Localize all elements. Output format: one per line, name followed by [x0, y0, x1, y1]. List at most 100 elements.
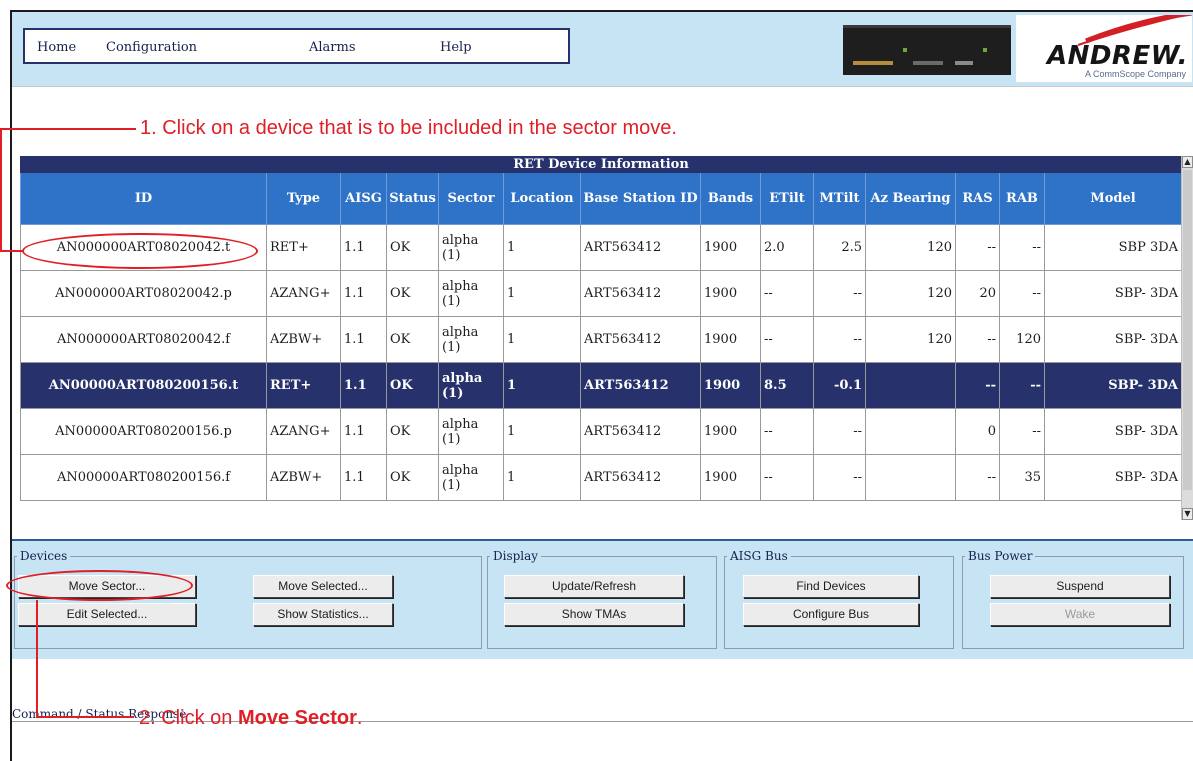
find-devices-button[interactable]: Find Devices — [743, 575, 919, 598]
header-divider — [12, 86, 1193, 87]
table-caption: RET Device Information — [20, 156, 1181, 173]
table-scrollbar[interactable]: ▲ ▼ — [1181, 156, 1193, 520]
update-refresh-button[interactable]: Update/Refresh — [504, 575, 684, 598]
cell-status: OK — [386, 362, 439, 409]
menu-home[interactable]: Home — [37, 40, 76, 55]
cell-sector: alpha (1) — [438, 362, 504, 409]
header-bar: Home Configuration Alarms Help ANDREW. A… — [12, 12, 1193, 86]
cell-location: 1 — [503, 362, 581, 409]
cell-bands: 1900 — [700, 224, 761, 271]
col-header-base-station-id[interactable]: Base Station ID — [580, 172, 701, 225]
table-row[interactable]: AN00000ART080200156.p AZANG+ 1.1 OK alpha (1… — [20, 408, 1181, 455]
cell-location: 1 — [503, 270, 581, 317]
move-selected-button[interactable]: Move Selected... — [253, 575, 393, 598]
show-statistics-button[interactable]: Show Statistics... — [253, 603, 393, 626]
suspend-button[interactable]: Suspend — [990, 575, 1170, 598]
cell-id: AN00000ART080200156.p — [20, 408, 267, 455]
cell-ras: -- — [955, 224, 1000, 271]
aisg-bus-group: AISG Bus Find Devices Configure Bus — [724, 549, 954, 649]
callout-2-line-v — [36, 600, 38, 717]
scroll-thumb[interactable] — [1183, 170, 1192, 490]
cell-sector: alpha (1) — [438, 454, 504, 501]
cell-etilt: -- — [760, 270, 814, 317]
col-header-location[interactable]: Location — [503, 172, 581, 225]
cell-bands: 1900 — [700, 454, 761, 501]
callout-1-line-h — [0, 128, 136, 130]
cell-aisg: 1.1 — [340, 408, 387, 455]
controller-device-image — [843, 25, 1011, 75]
cell-id: AN000000ART08020042.f — [20, 316, 267, 363]
cell-mtilt: -- — [813, 316, 866, 363]
cell-rab: -- — [999, 408, 1045, 455]
cell-location: 1 — [503, 454, 581, 501]
col-header-mtilt[interactable]: MTilt — [813, 172, 866, 225]
cell-sector: alpha (1) — [438, 270, 504, 317]
cell-az-bearing — [865, 408, 956, 455]
cell-bands: 1900 — [700, 408, 761, 455]
cell-sector: alpha (1) — [438, 316, 504, 363]
cell-model: SBP- 3DA — [1043, 408, 1181, 455]
cell-mtilt: -- — [813, 270, 866, 317]
callout-1-line-tail — [0, 250, 24, 252]
cell-aisg: 1.1 — [340, 270, 387, 317]
cell-ras: 20 — [955, 270, 1000, 317]
cell-az-bearing: 120 — [865, 316, 956, 363]
cell-model: SBP- 3DA — [1043, 454, 1181, 501]
main-menu: Home Configuration Alarms Help — [23, 28, 570, 64]
col-header-status[interactable]: Status — [386, 172, 439, 225]
table-row[interactable]: AN00000ART080200156.f AZBW+ 1.1 OK alpha (1)… — [20, 454, 1181, 501]
cell-mtilt: 2.5 — [813, 224, 866, 271]
menu-configuration[interactable]: Configuration — [106, 40, 197, 55]
col-header-aisg[interactable]: AISG — [340, 172, 387, 225]
col-header-rab[interactable]: RAB — [999, 172, 1045, 225]
callout-1-highlight — [22, 233, 258, 269]
table-row[interactable]: AN000000ART08020042.f AZBW+ 1.1 OK alpha (1)… — [20, 316, 1181, 363]
col-header-bands[interactable]: Bands — [700, 172, 761, 225]
callout-step-2-prefix: 2. Click on — [139, 707, 238, 729]
cell-aisg: 1.1 — [340, 224, 387, 271]
cell-etilt: -- — [760, 316, 814, 363]
ret-device-table: RET Device Information ID Type AISG Stat… — [20, 156, 1181, 501]
callout-step-2: 2. Click on Move Sector. — [139, 707, 362, 730]
col-header-sector[interactable]: Sector — [438, 172, 504, 225]
cell-aisg: 1.1 — [340, 316, 387, 363]
configure-bus-button[interactable]: Configure Bus — [743, 603, 919, 626]
menu-help[interactable]: Help — [440, 40, 472, 55]
cell-model: SBP- 3DA — [1043, 316, 1181, 363]
cell-rab: -- — [999, 224, 1045, 271]
scroll-down-icon[interactable]: ▼ — [1182, 508, 1193, 520]
cell-status: OK — [386, 408, 439, 455]
display-group-label: Display — [493, 549, 539, 563]
cell-ras: -- — [955, 316, 1000, 363]
menu-alarms[interactable]: Alarms — [309, 40, 356, 55]
cell-status: OK — [386, 454, 439, 501]
cell-bands: 1900 — [700, 316, 761, 363]
cell-mtilt: -0.1 — [813, 362, 866, 409]
scroll-up-icon[interactable]: ▲ — [1182, 156, 1193, 168]
col-header-az-bearing[interactable]: Az Bearing — [865, 172, 956, 225]
table-row[interactable]: AN00000ART080200156.t RET+ 1.1 OK alpha (1) 1… — [20, 362, 1181, 409]
cell-type: AZANG+ — [266, 408, 341, 455]
col-header-id[interactable]: ID — [20, 172, 267, 225]
cell-type: AZBW+ — [266, 454, 341, 501]
table-row[interactable]: AN000000ART08020042.p AZANG+ 1.1 OK alpha (1… — [20, 270, 1181, 317]
cell-rab: -- — [999, 362, 1045, 409]
cell-id: AN000000ART08020042.p — [20, 270, 267, 317]
cell-az-bearing: 120 — [865, 270, 956, 317]
display-group: Display Update/Refresh Show TMAs — [487, 549, 717, 649]
col-header-etilt[interactable]: ETilt — [760, 172, 814, 225]
cell-base-station-id: ART563412 — [580, 270, 701, 317]
cell-bands: 1900 — [700, 270, 761, 317]
cell-base-station-id: ART563412 — [580, 408, 701, 455]
cell-rab: 35 — [999, 454, 1045, 501]
col-header-ras[interactable]: RAS — [955, 172, 1000, 225]
wake-button[interactable]: Wake — [990, 603, 1170, 626]
callout-step-2-suffix: . — [356, 707, 363, 729]
show-tmas-button[interactable]: Show TMAs — [504, 603, 684, 626]
edit-selected-button[interactable]: Edit Selected... — [18, 603, 196, 626]
col-header-model[interactable]: Model — [1043, 172, 1181, 225]
bus-power-group: Bus Power Suspend Wake — [962, 549, 1184, 649]
cell-az-bearing — [865, 454, 956, 501]
table-header-row: ID Type AISG Status Sector Location Base… — [20, 172, 1181, 225]
col-header-type[interactable]: Type — [266, 172, 341, 225]
